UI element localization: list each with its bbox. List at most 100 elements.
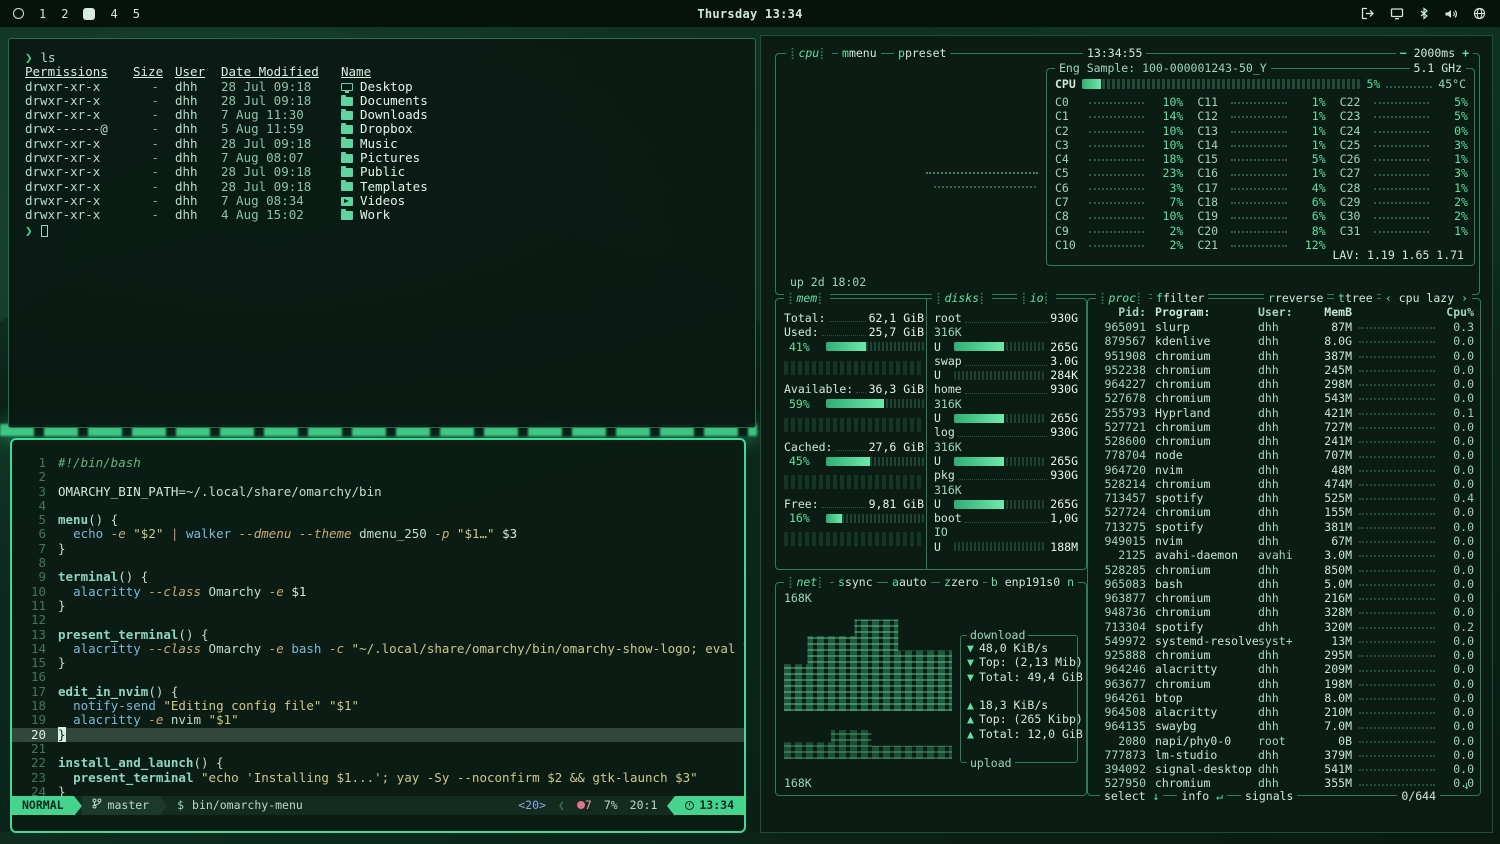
process-row[interactable]: 964508alacrittydhh210M0.0 — [1094, 705, 1474, 719]
process-row[interactable]: 528285chromiumdhh850M0.0 — [1094, 563, 1474, 577]
process-row[interactable]: 964227chromiumdhh298M0.0 — [1094, 377, 1474, 391]
process-row[interactable]: 952238chromiumdhh245M0.0 — [1094, 363, 1474, 377]
process-row[interactable]: 528214chromiumdhh474M0.0 — [1094, 477, 1474, 491]
line-content: } — [58, 542, 66, 556]
editor-line[interactable]: 10 alacritty --class Omarchy -e $1 — [12, 585, 744, 599]
workspace-2[interactable]: 2 — [61, 7, 68, 21]
editor-line[interactable]: 21 — [12, 742, 744, 756]
sort-selector[interactable]: ‹ cpu lazy › — [1381, 291, 1472, 305]
net-auto-button[interactable]: aauto — [888, 575, 931, 589]
editor-line[interactable]: 9terminal() { — [12, 570, 744, 584]
editor-line[interactable]: 7} — [12, 542, 744, 556]
editor-line[interactable]: 13present_terminal() { — [12, 628, 744, 642]
signals-button[interactable]: signals — [1241, 789, 1297, 803]
tree-button[interactable]: ttree — [1334, 291, 1377, 305]
editor-line[interactable]: 12 — [12, 613, 744, 627]
mem-meter — [826, 514, 924, 523]
editor-line[interactable]: 16 — [12, 670, 744, 684]
net-zero-button[interactable]: zzero — [940, 575, 983, 589]
process-row[interactable]: 777873lm-studiodhh379M0.0 — [1094, 748, 1474, 762]
process-row[interactable]: 949015nvimdhh67M0.0 — [1094, 534, 1474, 548]
process-row[interactable]: 528600chromiumdhh241M0.0 — [1094, 434, 1474, 448]
editor-line[interactable]: 14 alacritty --class Omarchy -e bash -c … — [12, 642, 744, 656]
process-row[interactable]: 527678chromiumdhh543M0.0 — [1094, 391, 1474, 405]
process-row[interactable]: 925888chromiumdhh295M0.0 — [1094, 648, 1474, 662]
mem-stat-percent-row: 16% — [784, 511, 924, 525]
process-pid: 713275 — [1094, 520, 1146, 534]
editor-line[interactable]: 1#!/bin/bash — [12, 456, 744, 470]
workspace-indicator-icon[interactable] — [13, 8, 24, 19]
editor-line[interactable]: 8 — [12, 556, 744, 570]
reverse-button[interactable]: rreverse — [1264, 291, 1327, 305]
process-row[interactable]: 778704nodedhh707M0.0 — [1094, 448, 1474, 462]
workspace-1[interactable]: 1 — [39, 7, 46, 21]
io-box-title[interactable]: io — [1017, 291, 1056, 305]
display-icon[interactable] — [1390, 7, 1404, 20]
editor-line[interactable]: 2 — [12, 470, 744, 484]
editor-line[interactable]: 3OMARCHY_BIN_PATH=~/.local/share/omarchy… — [12, 485, 744, 499]
process-row[interactable]: 549972systemd-resolvesyst+13M0.0 — [1094, 634, 1474, 648]
editor-line[interactable]: 6 echo -e "$2" | walker --dmenu --theme … — [12, 527, 744, 541]
process-row[interactable]: 964720nvimdhh48M0.0 — [1094, 463, 1474, 477]
editor-line[interactable]: 5menu() { — [12, 513, 744, 527]
process-row[interactable]: 255793Hyprlanddhh421M0.1 — [1094, 406, 1474, 420]
editor-line[interactable]: 11} — [12, 599, 744, 613]
editor-line[interactable]: 4 — [12, 499, 744, 513]
editor-line[interactable]: 15} — [12, 656, 744, 670]
process-row[interactable]: 2080napi/phy0-0root0B0.0 — [1094, 734, 1474, 748]
process-row[interactable]: 527724chromiumdhh155M0.0 — [1094, 505, 1474, 519]
preset-button[interactable]: ppreset — [894, 46, 950, 60]
process-row[interactable]: 964246alacrittydhh209M0.0 — [1094, 662, 1474, 676]
workspace-5[interactable]: 5 — [133, 7, 140, 21]
process-user: syst+ — [1258, 634, 1306, 648]
workspace-4[interactable]: 4 — [110, 7, 117, 21]
process-row[interactable]: 965091slurpdhh87M0.3 — [1094, 320, 1474, 334]
cpu-column-header[interactable]: Cpu% — [1442, 305, 1474, 319]
net-sync-button[interactable]: ssync — [834, 575, 877, 589]
menu-button[interactable]: mmenu — [838, 46, 881, 60]
editor-line[interactable]: 19 alacritty -e nvim "$1" — [12, 713, 744, 727]
pid-column-header[interactable]: Pid: — [1094, 305, 1146, 319]
process-row[interactable]: 964261btopdhh8.0M0.0 — [1094, 691, 1474, 705]
workspace-active-indicator[interactable] — [83, 8, 95, 20]
editor-line[interactable]: 20} — [12, 728, 744, 742]
terminal-input-line[interactable]: ❯ — [25, 223, 755, 237]
process-row[interactable]: 964135swaybgdhh7.0M0.0 — [1094, 719, 1474, 733]
update-interval-control[interactable]: − 2000ms + — [1396, 46, 1473, 60]
net-interface-selector[interactable]: b enp191s0 n — [987, 575, 1078, 589]
editor-line[interactable]: 22install_and_launch() { — [12, 756, 744, 770]
process-row[interactable]: 948736chromiumdhh328M0.0 — [1094, 605, 1474, 619]
line-content: edit_in_nvim() { — [58, 685, 178, 699]
editor-line[interactable]: 23 present_terminal "echo 'Installing $1… — [12, 771, 744, 785]
core-meter — [1089, 140, 1144, 147]
bluetooth-icon[interactable] — [1419, 7, 1429, 20]
select-button[interactable]: select ↓ — [1100, 789, 1163, 803]
editor-line[interactable]: 24} — [12, 785, 744, 796]
user-column-header[interactable]: User: — [1258, 305, 1306, 319]
process-row[interactable]: 965083bashdhh5.0M0.0 — [1094, 577, 1474, 591]
process-row[interactable]: 527950chromiumdhh355M0.0 — [1094, 777, 1474, 790]
globe-icon[interactable] — [1473, 7, 1486, 20]
process-row[interactable]: 951908chromiumdhh387M0.0 — [1094, 349, 1474, 363]
process-row[interactable]: 963877chromiumdhh216M0.0 — [1094, 591, 1474, 605]
editor-line[interactable]: 17edit_in_nvim() { — [12, 685, 744, 699]
process-row[interactable]: 2125avahi-daemonavahi3.0M0.0 — [1094, 548, 1474, 562]
process-row[interactable]: 527721chromiumdhh727M0.0 — [1094, 420, 1474, 434]
volume-icon[interactable] — [1444, 8, 1458, 20]
process-row[interactable]: 713457spotifydhh525M0.4 — [1094, 491, 1474, 505]
process-row[interactable]: 713275spotifydhh381M0.0 — [1094, 520, 1474, 534]
program-column-header[interactable]: Program: — [1146, 305, 1258, 319]
process-row[interactable]: 879567kdenlivedhh8.0G0.0 — [1094, 334, 1474, 348]
process-row[interactable]: 713304spotifydhh320M0.2 — [1094, 620, 1474, 634]
memb-column-header[interactable]: MemB — [1306, 305, 1352, 319]
editor-line[interactable]: 18 notify-send "Editing config file" "$1… — [12, 699, 744, 713]
filter-button[interactable]: ffilter — [1152, 291, 1208, 305]
info-button[interactable]: info ↵ — [1177, 789, 1227, 803]
mem-graph — [784, 418, 924, 432]
process-row[interactable]: 963677chromiumdhh198M0.0 — [1094, 677, 1474, 691]
editor-buffer[interactable]: 1#!/bin/bash23OMARCHY_BIN_PATH=~/.local/… — [12, 440, 744, 796]
logout-icon[interactable] — [1361, 7, 1375, 20]
process-row[interactable]: 394092signal-desktopdhh541M0.0 — [1094, 762, 1474, 776]
scroll-down-icon[interactable]: ↓ — [1463, 778, 1470, 792]
mem-stat-percent: 59% — [784, 397, 820, 411]
